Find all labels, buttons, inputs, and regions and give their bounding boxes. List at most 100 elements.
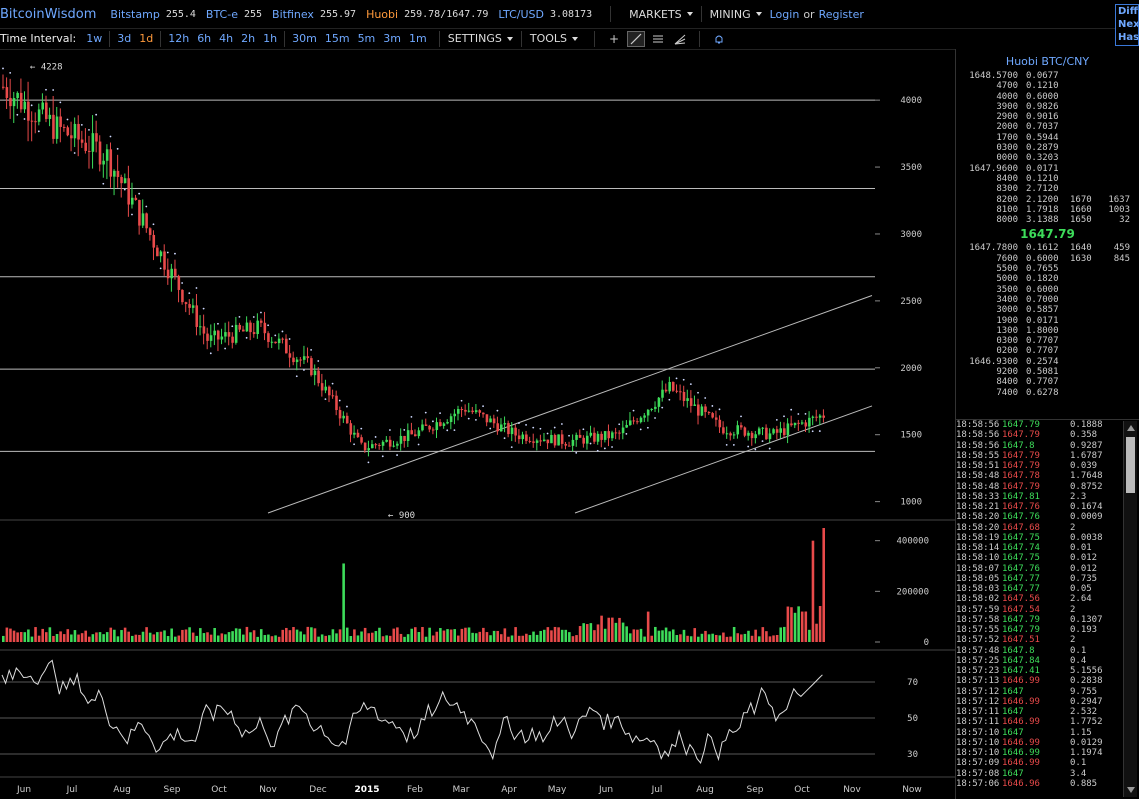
interval-2h[interactable]: 2h — [241, 32, 255, 45]
trade-amount: 0.193 — [1070, 625, 1098, 635]
trade-time: 18:57:10 — [956, 737, 1000, 748]
sar-dot — [747, 445, 750, 448]
ticker-btce[interactable]: BTC-e — [206, 8, 238, 21]
interval-1w[interactable]: 1w — [86, 32, 102, 45]
ask-row: 2000 0.7037 — [956, 122, 1139, 132]
candle-body — [517, 435, 521, 440]
trade-price: 1646.96 — [1002, 778, 1040, 789]
candle-body — [152, 234, 156, 248]
volume-bar — [396, 627, 399, 642]
volume-bar — [542, 629, 546, 642]
candle-body — [571, 439, 575, 446]
sar-dot — [754, 448, 757, 451]
volume-bar — [360, 631, 363, 642]
price-chart[interactable]: ← 4228 ← 900 4000 3500 3000 2500 2000 1500 1000 4… — [0, 50, 955, 799]
sar-dot — [73, 152, 76, 154]
alert-bell-icon[interactable] — [710, 31, 728, 47]
markets-menu[interactable]: MARKETS — [629, 8, 693, 21]
sar-dot — [281, 330, 284, 333]
settings-menu[interactable]: SETTINGS — [448, 32, 513, 45]
volume-bar — [73, 630, 77, 642]
ask-cell: 0.9826 — [1026, 101, 1059, 112]
volume-bar — [725, 636, 729, 642]
volume-bar — [259, 629, 263, 642]
candle-body — [528, 440, 532, 442]
chart-area[interactable]: ← 4228 ← 900 4000 3500 3000 2500 2000 1500 1000 4… — [0, 49, 955, 799]
register-link[interactable]: Register — [819, 8, 864, 21]
volume-bar — [661, 630, 664, 642]
ticker-ltcusd[interactable]: LTC/USD — [498, 8, 544, 21]
candle-body — [539, 440, 542, 442]
ticker-bitfinex[interactable]: Bitfinex — [272, 8, 314, 21]
volume-bar — [485, 632, 489, 642]
candle-body — [671, 381, 675, 391]
interval-3m[interactable]: 3m — [383, 32, 401, 45]
orderbook-panel: Huobi BTC/CNY 1648.5700 0.0677 4700 0.1210 4… — [955, 49, 1139, 799]
ticker-bitstamp[interactable]: Bitstamp — [110, 8, 159, 21]
ticker-huobi[interactable]: Huobi — [366, 8, 398, 21]
ask-cell: 1647.9600 — [969, 163, 1018, 174]
tools-menu[interactable]: TOOLS — [530, 32, 579, 45]
volume-bar — [650, 635, 654, 642]
candle-body — [467, 410, 471, 412]
crosshair-icon[interactable]: + — [605, 31, 623, 47]
fan-tool-icon[interactable] — [671, 31, 689, 47]
interval-15m[interactable]: 15m — [325, 32, 350, 45]
volume-bar — [288, 630, 292, 642]
interval-3d[interactable]: 3d — [117, 32, 131, 45]
volume-bar — [209, 634, 213, 642]
interval-12h[interactable]: 12h — [168, 32, 189, 45]
sar-dot — [217, 322, 219, 325]
interval-30m[interactable]: 30m — [292, 32, 317, 45]
site-logo[interactable]: BitcoinWisdom — [0, 7, 96, 22]
bid-cell — [1070, 346, 1102, 356]
sar-dot — [704, 397, 707, 399]
trades-scrollbar[interactable] — [1123, 421, 1137, 797]
fibonacci-icon[interactable] — [649, 31, 667, 47]
ask-row: 4700 0.1210 — [956, 81, 1139, 91]
candle-body — [553, 434, 557, 446]
price-tick-label: 3000 — [900, 230, 922, 240]
bid-cell: 0.6000 — [1026, 253, 1059, 264]
candle-body — [87, 150, 91, 152]
candle-body — [367, 448, 371, 451]
ask-cell: 0.7037 — [1026, 122, 1059, 133]
x-axis-label: May — [548, 785, 567, 795]
volume-bar — [184, 629, 188, 642]
sar-dot — [489, 427, 492, 430]
candle-body — [388, 439, 392, 447]
line-tool-icon[interactable] — [627, 30, 646, 47]
candle-body — [779, 428, 783, 433]
ask-cell — [1102, 81, 1130, 91]
interval-1d[interactable]: 1d — [139, 32, 153, 45]
volume-bar — [732, 626, 736, 642]
sar-dot — [682, 378, 685, 381]
candle-body — [270, 341, 274, 343]
difficulty-box[interactable]: Diffi Next Hash — [1115, 4, 1139, 46]
interval-1h[interactable]: 1h — [263, 32, 277, 45]
candle-body — [84, 142, 87, 151]
login-link[interactable]: Login — [770, 8, 800, 21]
interval-1m[interactable]: 1m — [409, 32, 427, 45]
volume-bar — [449, 629, 453, 642]
volume-bar — [722, 632, 725, 642]
scroll-down-icon[interactable] — [1127, 787, 1135, 793]
bid-cell — [1070, 367, 1102, 377]
volume-bar — [539, 630, 542, 642]
interval-4h[interactable]: 4h — [219, 32, 233, 45]
interval-6h[interactable]: 6h — [197, 32, 211, 45]
mining-menu[interactable]: MINING — [710, 8, 762, 21]
volume-bar — [492, 630, 496, 642]
volume-bar — [105, 632, 109, 642]
sar-dot — [589, 442, 592, 445]
candle-body — [62, 126, 66, 128]
scroll-thumb[interactable] — [1126, 437, 1135, 493]
candle-body — [611, 432, 614, 439]
scroll-up-icon[interactable] — [1127, 425, 1135, 431]
interval-5m[interactable]: 5m — [358, 32, 376, 45]
candle-body — [134, 197, 138, 201]
ticker-bitfinex-value: 255.97 — [319, 8, 357, 20]
ask-cell: 1637 — [1108, 194, 1130, 205]
candle-body — [331, 395, 335, 397]
candle-body — [697, 404, 700, 416]
